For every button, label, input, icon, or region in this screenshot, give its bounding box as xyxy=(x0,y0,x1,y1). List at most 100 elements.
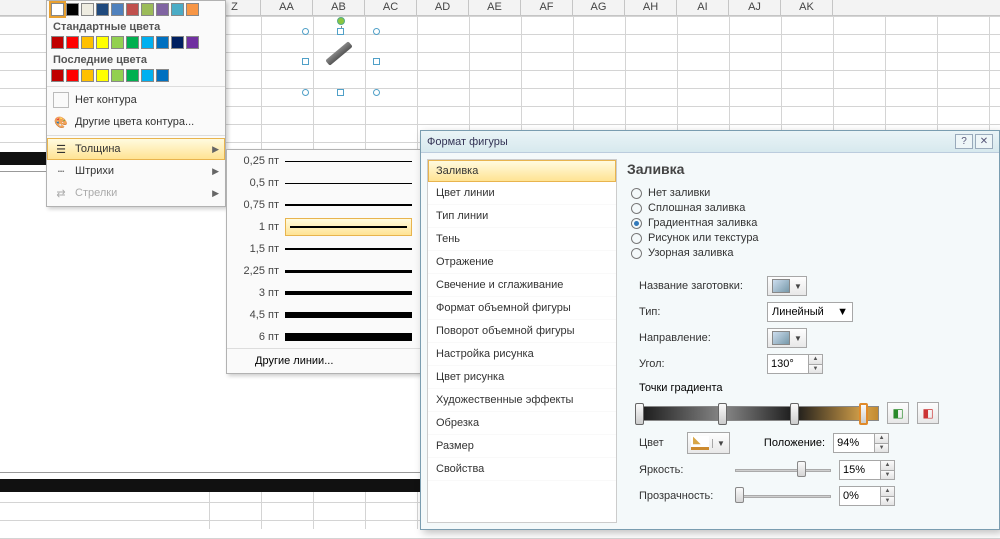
category-item[interactable]: Заливка xyxy=(428,160,616,182)
color-swatch[interactable] xyxy=(51,69,64,82)
thickness-option[interactable]: 1 пт xyxy=(227,216,420,238)
color-swatch[interactable] xyxy=(156,69,169,82)
category-item[interactable]: Тень xyxy=(428,228,616,251)
gradient-stop[interactable] xyxy=(859,403,868,425)
fill-radio[interactable]: Узорная заливка xyxy=(631,247,987,259)
angle-spinner[interactable]: ▲▼ xyxy=(767,354,823,374)
category-item[interactable]: Художественные эффекты xyxy=(428,389,616,412)
color-swatch[interactable] xyxy=(156,3,169,16)
column-header[interactable]: AI xyxy=(677,0,729,15)
column-header[interactable]: AH xyxy=(625,0,677,15)
color-swatch[interactable] xyxy=(96,36,109,49)
fill-radio[interactable]: Нет заливки xyxy=(631,187,987,199)
color-swatch[interactable] xyxy=(66,3,79,16)
column-header[interactable]: AB xyxy=(313,0,365,15)
color-swatch[interactable] xyxy=(81,36,94,49)
color-swatch[interactable] xyxy=(51,3,64,16)
transparency-slider[interactable] xyxy=(735,487,831,505)
gradient-track[interactable] xyxy=(639,406,879,421)
gradient-stop[interactable] xyxy=(790,403,799,425)
position-spinner[interactable]: ▲▼ xyxy=(833,433,889,453)
category-item[interactable]: Цвет рисунка xyxy=(428,366,616,389)
color-swatch[interactable] xyxy=(126,3,139,16)
column-header[interactable]: AG xyxy=(573,0,625,15)
theme-swatches[interactable] xyxy=(47,1,225,18)
brightness-spinner[interactable]: ▲▼ xyxy=(839,460,895,480)
column-header[interactable]: AK xyxy=(781,0,833,15)
category-item[interactable]: Настройка рисунка xyxy=(428,343,616,366)
color-swatch[interactable] xyxy=(171,36,184,49)
color-swatch[interactable] xyxy=(111,36,124,49)
dialog-titlebar[interactable]: Формат фигуры ? ✕ xyxy=(421,131,999,153)
thickness-option[interactable]: 0,5 пт xyxy=(227,172,420,194)
standard-swatches[interactable] xyxy=(47,34,225,51)
brightness-slider[interactable] xyxy=(735,461,831,479)
gradient-stop[interactable] xyxy=(718,403,727,425)
color-swatch[interactable] xyxy=(81,69,94,82)
column-header[interactable]: AE xyxy=(469,0,521,15)
color-swatch[interactable] xyxy=(66,36,79,49)
column-header[interactable]: AJ xyxy=(729,0,781,15)
column-header[interactable]: AA xyxy=(261,0,313,15)
thickness-option[interactable]: 3 пт xyxy=(227,282,420,304)
column-header[interactable]: AD xyxy=(417,0,469,15)
dashes-icon: ┄ xyxy=(53,163,69,179)
remove-stop-button[interactable]: ◧ xyxy=(917,402,939,424)
thickness-option[interactable]: 0,25 пт xyxy=(227,150,420,172)
category-item[interactable]: Свечение и сглаживание xyxy=(428,274,616,297)
category-item[interactable]: Размер xyxy=(428,435,616,458)
transparency-spinner[interactable]: ▲▼ xyxy=(839,486,895,506)
color-swatch[interactable] xyxy=(66,69,79,82)
type-dropdown[interactable]: Линейный▼ xyxy=(767,302,853,322)
more-lines-item[interactable]: Другие линии... xyxy=(227,348,420,373)
dashes-item[interactable]: ┄ Штрихи ▶ xyxy=(47,160,225,182)
fill-radio[interactable]: Сплошная заливка xyxy=(631,202,987,214)
recent-swatches[interactable] xyxy=(47,67,225,84)
fill-radio[interactable]: Рисунок или текстура xyxy=(631,232,987,244)
color-swatch[interactable] xyxy=(171,3,184,16)
thickness-item[interactable]: ☰ Толщина ▶ xyxy=(47,138,225,160)
color-swatch[interactable] xyxy=(186,36,199,49)
color-swatch[interactable] xyxy=(141,69,154,82)
color-swatch[interactable] xyxy=(141,36,154,49)
thickness-option[interactable]: 1,5 пт xyxy=(227,238,420,260)
color-swatch[interactable] xyxy=(141,3,154,16)
gradient-stop[interactable] xyxy=(635,403,644,425)
thickness-flyout: 0,25 пт0,5 пт0,75 пт1 пт1,5 пт2,25 пт3 п… xyxy=(226,149,421,374)
thickness-option[interactable]: 6 пт xyxy=(227,326,420,348)
category-item[interactable]: Отражение xyxy=(428,251,616,274)
help-button[interactable]: ? xyxy=(955,134,973,149)
direction-dropdown[interactable]: ▼ xyxy=(767,328,807,348)
category-item[interactable]: Формат объемной фигуры xyxy=(428,297,616,320)
add-stop-button[interactable]: ◧ xyxy=(887,402,909,424)
category-item[interactable]: Обрезка xyxy=(428,412,616,435)
category-list[interactable]: ЗаливкаЦвет линииТип линииТеньОтражениеС… xyxy=(427,159,617,523)
thickness-option[interactable]: 0,75 пт xyxy=(227,194,420,216)
color-swatch[interactable] xyxy=(96,3,109,16)
color-swatch[interactable] xyxy=(156,36,169,49)
preset-dropdown[interactable]: ▼ xyxy=(767,276,807,296)
column-header[interactable]: AC xyxy=(365,0,417,15)
fill-radio[interactable]: Градиентная заливка xyxy=(631,217,987,229)
no-outline-item[interactable]: Нет контура xyxy=(47,89,225,111)
thickness-option[interactable]: 2,25 пт xyxy=(227,260,420,282)
thickness-option[interactable]: 4,5 пт xyxy=(227,304,420,326)
color-swatch[interactable] xyxy=(111,69,124,82)
color-swatch[interactable] xyxy=(111,3,124,16)
color-swatch[interactable] xyxy=(96,69,109,82)
category-item[interactable]: Свойства xyxy=(428,458,616,481)
column-header[interactable]: AF xyxy=(521,0,573,15)
close-button[interactable]: ✕ xyxy=(975,134,993,149)
color-swatch[interactable] xyxy=(81,3,94,16)
category-item[interactable]: Цвет линии xyxy=(428,182,616,205)
color-swatch[interactable] xyxy=(126,36,139,49)
selected-shape[interactable] xyxy=(306,32,376,92)
color-swatch[interactable] xyxy=(126,69,139,82)
color-swatch[interactable] xyxy=(51,36,64,49)
category-item[interactable]: Поворот объемной фигуры xyxy=(428,320,616,343)
color-dropdown[interactable]: ▼ xyxy=(687,432,730,454)
rotate-handle[interactable] xyxy=(337,17,345,25)
category-item[interactable]: Тип линии xyxy=(428,205,616,228)
more-outline-colors-item[interactable]: 🎨 Другие цвета контура... xyxy=(47,111,225,133)
color-swatch[interactable] xyxy=(186,3,199,16)
